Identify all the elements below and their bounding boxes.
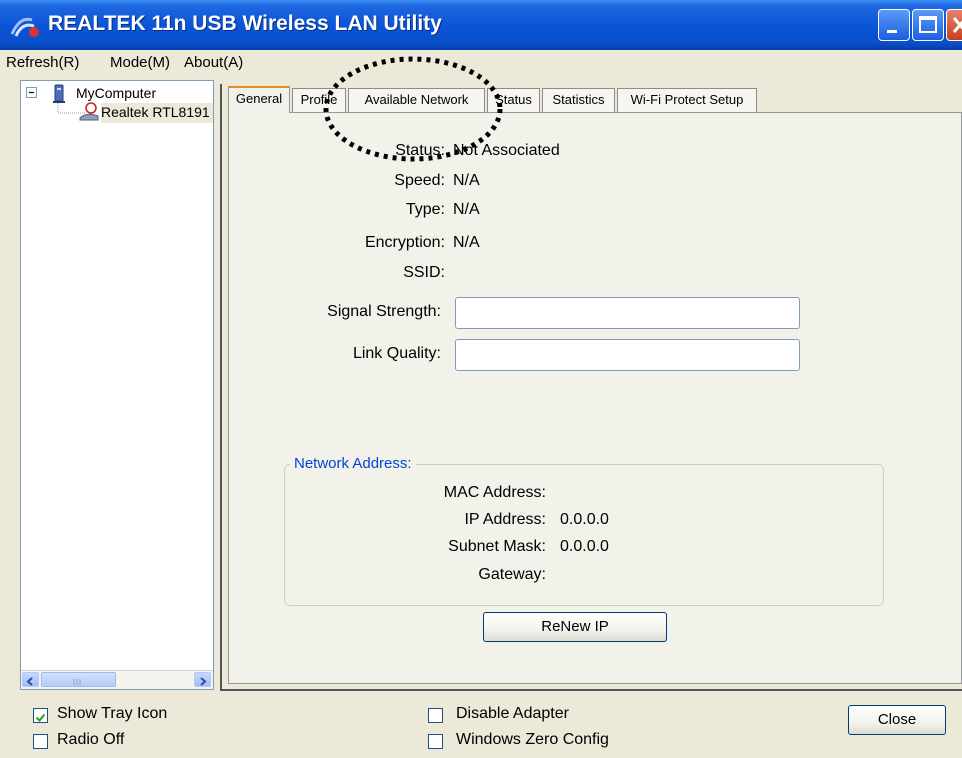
show-tray-checkbox[interactable] — [33, 708, 48, 723]
scroll-left-button[interactable] — [22, 672, 39, 687]
radio-off-label[interactable]: Radio Off — [57, 731, 124, 749]
subnet-mask-label: Subnet Mask: — [448, 538, 546, 555]
windows-zero-config-checkbox[interactable] — [428, 734, 443, 749]
status-label: Status: — [395, 142, 445, 159]
scroll-right-button[interactable] — [194, 672, 211, 687]
collapse-icon[interactable] — [26, 87, 38, 99]
grip-icon — [73, 679, 81, 685]
mac-address-label: MAC Address: — [443, 484, 546, 501]
type-label: Type: — [405, 201, 445, 218]
gateway-label: Gateway: — [478, 566, 546, 583]
encryption-label: Encryption: — [364, 234, 445, 251]
maximize-button[interactable] — [912, 9, 944, 41]
chevron-left-icon — [26, 677, 33, 686]
tab-status[interactable]: Status — [487, 88, 540, 112]
computer-icon — [53, 84, 65, 103]
app-window: REALTEK 11n USB Wireless LAN Utility Ref… — [0, 0, 962, 758]
radio-off-checkbox[interactable] — [33, 734, 48, 749]
tree-adapter[interactable]: Realtek RTL8191 — [101, 104, 210, 120]
chevron-right-icon — [200, 677, 207, 686]
ip-address-label: IP Address: — [464, 511, 546, 528]
tree-horizontal-scrollbar[interactable] — [21, 670, 213, 689]
close-window-button[interactable] — [946, 9, 962, 41]
renew-ip-button[interactable]: ReNew IP — [483, 612, 667, 642]
tree-root[interactable]: MyComputer — [76, 85, 156, 101]
checkmark-icon — [35, 713, 46, 722]
app-icon — [10, 17, 39, 37]
scroll-thumb[interactable] — [41, 672, 116, 687]
minimize-button[interactable] — [878, 9, 910, 41]
show-tray-label[interactable]: Show Tray Icon — [57, 705, 167, 723]
encryption-value: N/A — [453, 234, 480, 251]
wireless-adapter-icon — [79, 102, 99, 121]
menu-refresh[interactable]: Refresh(R) — [6, 54, 79, 71]
disable-adapter-label[interactable]: Disable Adapter — [456, 705, 569, 723]
title-bar[interactable]: REALTEK 11n USB Wireless LAN Utility — [0, 0, 962, 50]
speed-value: N/A — [453, 172, 480, 189]
disable-adapter-checkbox[interactable] — [428, 708, 443, 723]
tab-general[interactable]: General — [228, 86, 290, 113]
subnet-mask-value: 0.0.0.0 — [560, 538, 609, 555]
windows-zero-config-label[interactable]: Windows Zero Config — [456, 731, 609, 749]
link-quality-bar — [455, 339, 800, 371]
menu-mode[interactable]: Mode(M) — [110, 54, 170, 71]
signal-strength-bar — [455, 297, 800, 329]
network-address-title: Network Address: — [290, 455, 416, 472]
tab-profile[interactable]: Profile — [292, 88, 346, 112]
network-address-group — [284, 464, 884, 606]
status-value: Not Associated — [453, 142, 560, 159]
minimize-icon — [887, 30, 897, 33]
tab-available-network[interactable]: Available Network — [348, 88, 485, 112]
speed-label: Speed: — [394, 172, 445, 189]
device-tree[interactable]: MyComputer Realtek RTL8191 — [20, 80, 214, 690]
menu-bar: Refresh(R) Mode(M) About(A) — [0, 50, 962, 76]
window-title: REALTEK 11n USB Wireless LAN Utility — [48, 12, 442, 35]
type-value: N/A — [453, 201, 480, 218]
maximize-icon — [919, 16, 937, 33]
signal-strength-label: Signal Strength: — [327, 303, 441, 320]
close-button[interactable]: Close — [848, 705, 946, 735]
menu-about[interactable]: About(A) — [184, 54, 243, 71]
tab-wifi-protect-setup[interactable]: Wi-Fi Protect Setup — [617, 88, 757, 112]
tab-statistics[interactable]: Statistics — [542, 88, 615, 112]
ip-address-value: 0.0.0.0 — [560, 511, 609, 528]
link-quality-label: Link Quality: — [352, 345, 441, 362]
close-icon — [952, 17, 962, 33]
ssid-label: SSID: — [403, 264, 445, 281]
